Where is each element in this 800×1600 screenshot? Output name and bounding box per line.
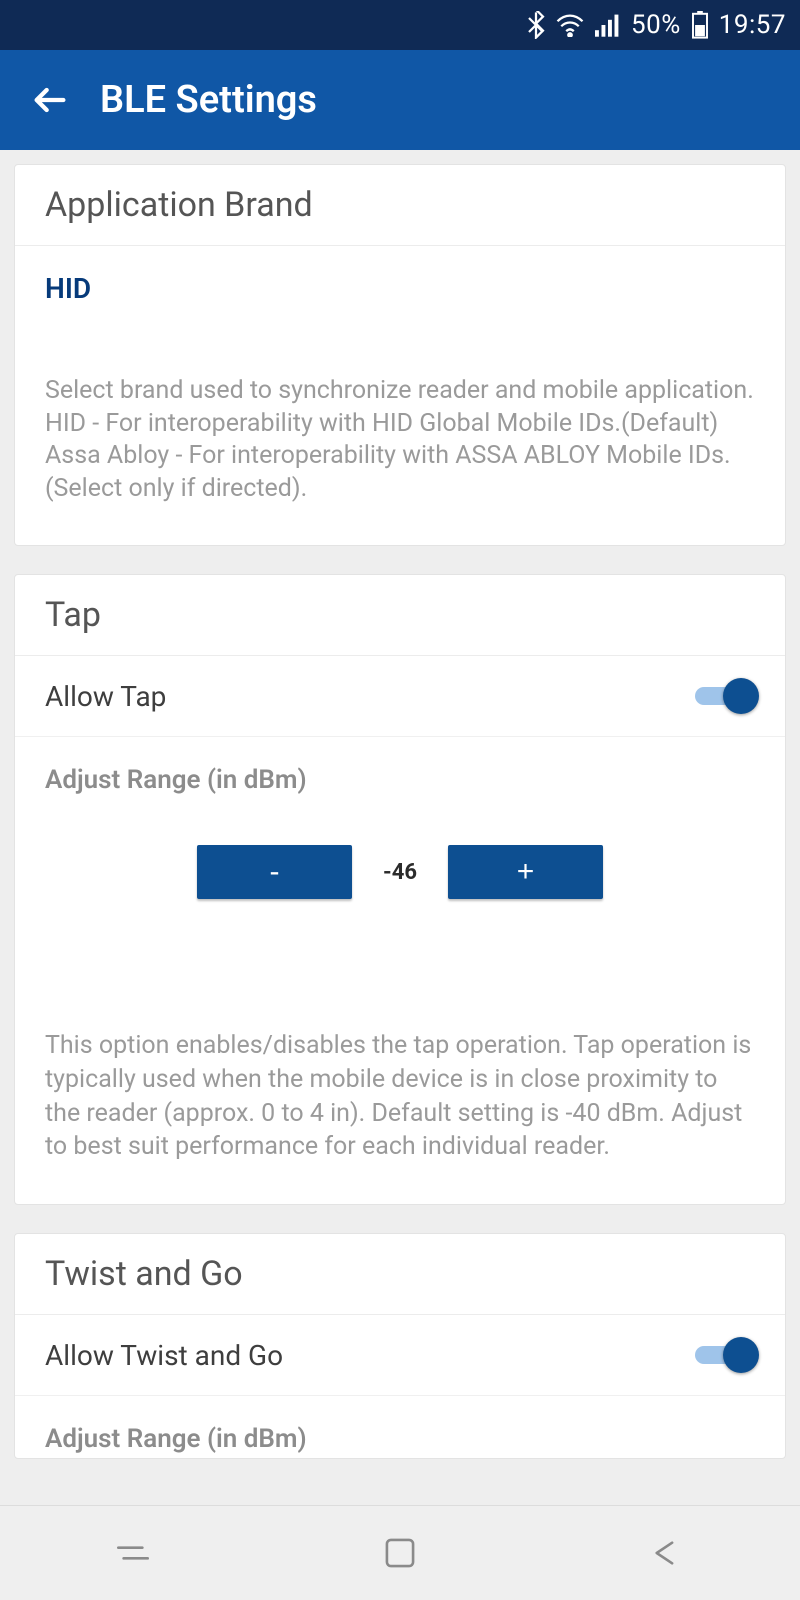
twist-range-label: Adjust Range (in dBm) <box>15 1396 785 1458</box>
tap-range-decrease-button[interactable]: - <box>197 845 352 899</box>
tap-range-increase-button[interactable]: + <box>448 845 603 899</box>
tap-range-label: Adjust Range (in dBm) <box>15 737 785 805</box>
row-allow-tap: Allow Tap <box>15 656 785 737</box>
content-scroll[interactable]: Application Brand HID Select brand used … <box>0 150 800 1505</box>
allow-twist-toggle[interactable] <box>695 1337 755 1373</box>
card-application-brand: Application Brand HID Select brand used … <box>14 164 786 546</box>
card-header-tap: Tap <box>15 575 785 656</box>
card-header-twist: Twist and Go <box>15 1234 785 1315</box>
clock: 19:57 <box>719 10 786 40</box>
battery-icon <box>691 11 709 39</box>
nav-home-button[interactable] <box>340 1523 460 1583</box>
row-allow-twist: Allow Twist and Go <box>15 1315 785 1396</box>
system-navbar <box>0 1505 800 1600</box>
back-button[interactable] <box>30 80 70 120</box>
battery-percent: 50% <box>631 10 681 40</box>
tap-range-value: -46 <box>376 860 424 885</box>
allow-twist-label: Allow Twist and Go <box>45 1339 283 1372</box>
app-bar: BLE Settings <box>0 50 800 150</box>
wifi-icon <box>555 13 585 37</box>
signal-icon <box>595 13 621 37</box>
allow-tap-toggle[interactable] <box>695 678 755 714</box>
card-header-application-brand: Application Brand <box>15 165 785 246</box>
tap-range-stepper: - -46 + <box>15 805 785 909</box>
brand-selected-value[interactable]: HID <box>15 246 785 315</box>
card-tap: Tap Allow Tap Adjust Range (in dBm) - -4… <box>14 574 786 1205</box>
status-bar: 50% 19:57 <box>0 0 800 50</box>
page-title: BLE Settings <box>100 78 317 122</box>
card-twist-and-go: Twist and Go Allow Twist and Go Adjust R… <box>14 1233 786 1459</box>
nav-back-button[interactable] <box>607 1523 727 1583</box>
brand-description: Select brand used to synchronize reader … <box>15 315 785 545</box>
nav-recent-button[interactable] <box>73 1523 193 1583</box>
bluetooth-icon <box>527 11 545 39</box>
allow-tap-label: Allow Tap <box>45 680 166 713</box>
tap-description: This option enables/disables the tap ope… <box>15 909 785 1204</box>
